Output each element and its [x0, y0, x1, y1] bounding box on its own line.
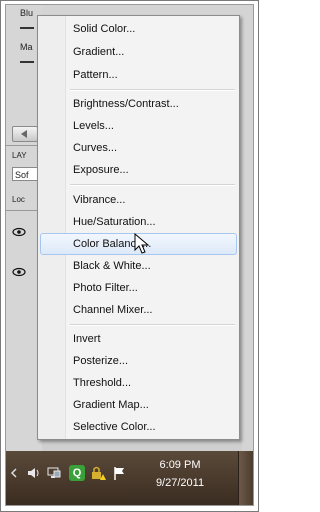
adjustment-layer-menu: Solid Color... Gradient... Pattern... Br… — [37, 15, 240, 440]
menu-item-gradient-map[interactable]: Gradient Map... — [40, 394, 237, 416]
clock-date[interactable]: 9/27/2011 — [142, 477, 218, 489]
network-icon[interactable] — [46, 465, 62, 481]
menu-item-black-white[interactable]: Black & White... — [40, 255, 237, 277]
mask-label: Ma — [20, 42, 33, 52]
eye-icon[interactable] — [12, 227, 26, 237]
panel-bottom-bar — [42, 439, 242, 451]
photoshop-window: Blu Ma LAY Sof Loc Solid Color... Gradie… — [5, 4, 254, 506]
menu-item-selective-color[interactable]: Selective Color... — [40, 416, 237, 438]
menu-item-levels[interactable]: Levels... — [40, 115, 237, 137]
menu-item-threshold[interactable]: Threshold... — [40, 372, 237, 394]
menu-item-exposure[interactable]: Exposure... — [40, 159, 237, 181]
menu-item-posterize[interactable]: Posterize... — [40, 350, 237, 372]
clock-time[interactable]: 6:09 PM — [142, 459, 218, 471]
slider-line — [20, 61, 34, 63]
lock-warning-icon[interactable] — [90, 465, 106, 481]
back-arrow-button[interactable] — [12, 126, 38, 142]
mouse-cursor-icon — [134, 233, 150, 254]
layers-tab[interactable]: LAY — [12, 151, 27, 160]
menu-item-vibrance[interactable]: Vibrance... — [40, 189, 237, 211]
menu-item-brightness-contrast[interactable]: Brightness/Contrast... — [40, 93, 237, 115]
menu-separator — [70, 89, 235, 91]
menu-item-curves[interactable]: Curves... — [40, 137, 237, 159]
speaker-icon[interactable] — [26, 465, 42, 481]
chevron-left-icon[interactable] — [10, 465, 26, 481]
screenshot-frame: Blu Ma LAY Sof Loc Solid Color... Gradie… — [0, 0, 259, 512]
eye-icon[interactable] — [12, 267, 26, 277]
windows-taskbar: Q 6:09 PM 9/27/2011 — [6, 451, 253, 505]
flag-icon[interactable] — [112, 465, 128, 481]
menu-item-photo-filter[interactable]: Photo Filter... — [40, 277, 237, 299]
menu-item-solid-color[interactable]: Solid Color... — [40, 18, 237, 40]
menu-item-invert[interactable]: Invert — [40, 328, 237, 350]
q-app-icon[interactable]: Q — [69, 465, 85, 481]
blend-mode-select[interactable]: Sof — [12, 167, 40, 181]
menu-item-pattern[interactable]: Pattern... — [40, 64, 237, 86]
menu-separator — [70, 324, 235, 326]
menu-item-hue-saturation[interactable]: Hue/Saturation... — [40, 211, 237, 233]
menu-item-gradient[interactable]: Gradient... — [40, 41, 237, 63]
lock-label: Loc — [12, 195, 25, 204]
slider-line — [20, 27, 34, 29]
show-desktop-button[interactable] — [238, 451, 253, 505]
blend-label: Blu — [20, 8, 34, 18]
left-arrow-icon — [21, 130, 27, 138]
menu-separator — [70, 184, 235, 186]
menu-item-channel-mixer[interactable]: Channel Mixer... — [40, 299, 237, 321]
